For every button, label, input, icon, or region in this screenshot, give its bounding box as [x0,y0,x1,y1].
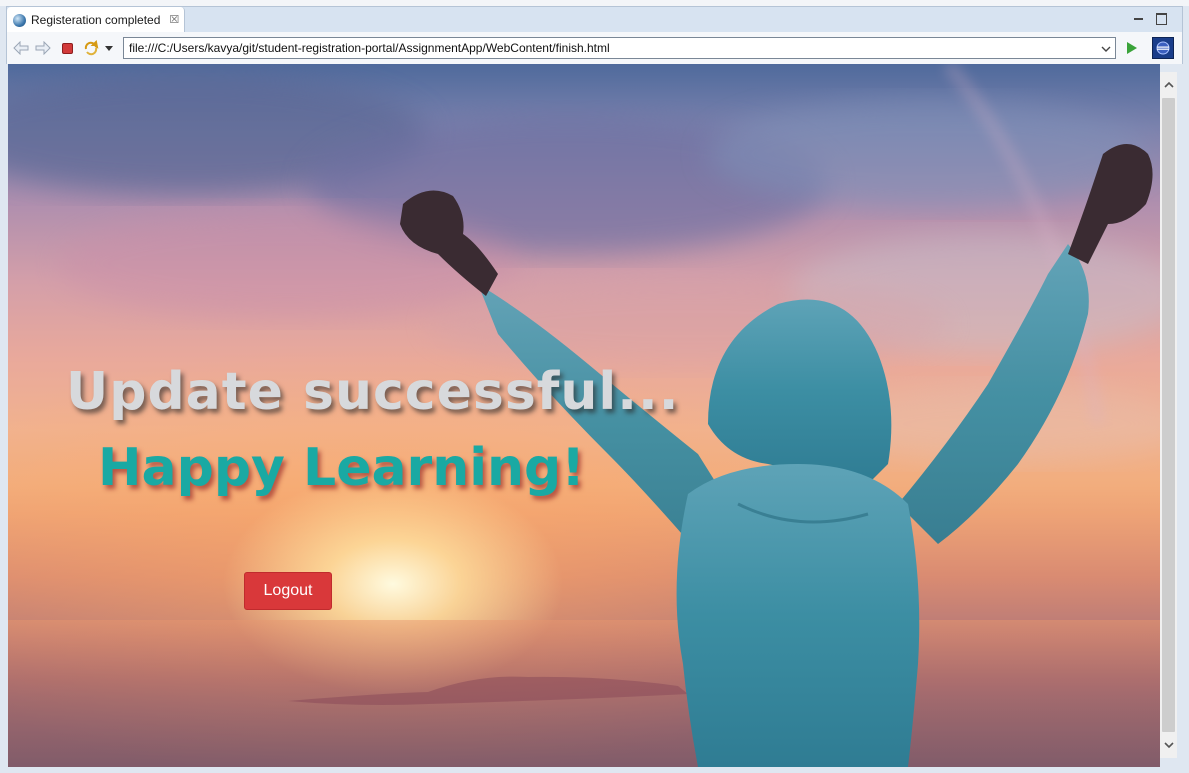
url-dropdown-icon[interactable] [1101,44,1111,54]
page-viewport: Update successful... Happy Learning! Log… [8,64,1160,767]
back-arrow-icon[interactable] [13,40,29,56]
close-icon[interactable]: ☒ [169,14,179,26]
tab-title: Registeration completed [31,13,161,27]
scrollbar-thumb[interactable] [1162,98,1175,732]
tab-bar: Registeration completed ☒ [6,6,1183,33]
scroll-up-icon[interactable] [1160,72,1177,98]
forward-arrow-icon[interactable] [35,40,51,56]
maximize-icon[interactable] [1154,11,1168,25]
vertical-scrollbar[interactable] [1160,72,1177,758]
browser-toolbar: file:///C:/Users/kavya/git/student-regis… [6,32,1183,64]
scroll-down-icon[interactable] [1160,732,1177,758]
url-input[interactable]: file:///C:/Users/kavya/git/student-regis… [123,37,1116,59]
logout-button[interactable]: Logout [244,572,332,610]
go-icon[interactable] [1124,40,1140,56]
page-headline: Update successful... [66,362,680,422]
browser-window: Registeration completed ☒ file:///C:/Use… [0,0,1189,773]
globe-icon [13,13,26,27]
refresh-icon[interactable] [83,40,99,56]
eclipse-icon[interactable] [1152,37,1174,59]
minimize-icon[interactable] [1132,11,1146,25]
tab-registration-completed[interactable]: Registeration completed ☒ [7,7,185,33]
stop-icon[interactable] [59,40,75,56]
url-text[interactable]: file:///C:/Users/kavya/git/student-regis… [129,41,610,55]
page-subheadline: Happy Learning! [98,438,585,498]
chevron-down-icon[interactable] [103,40,115,56]
